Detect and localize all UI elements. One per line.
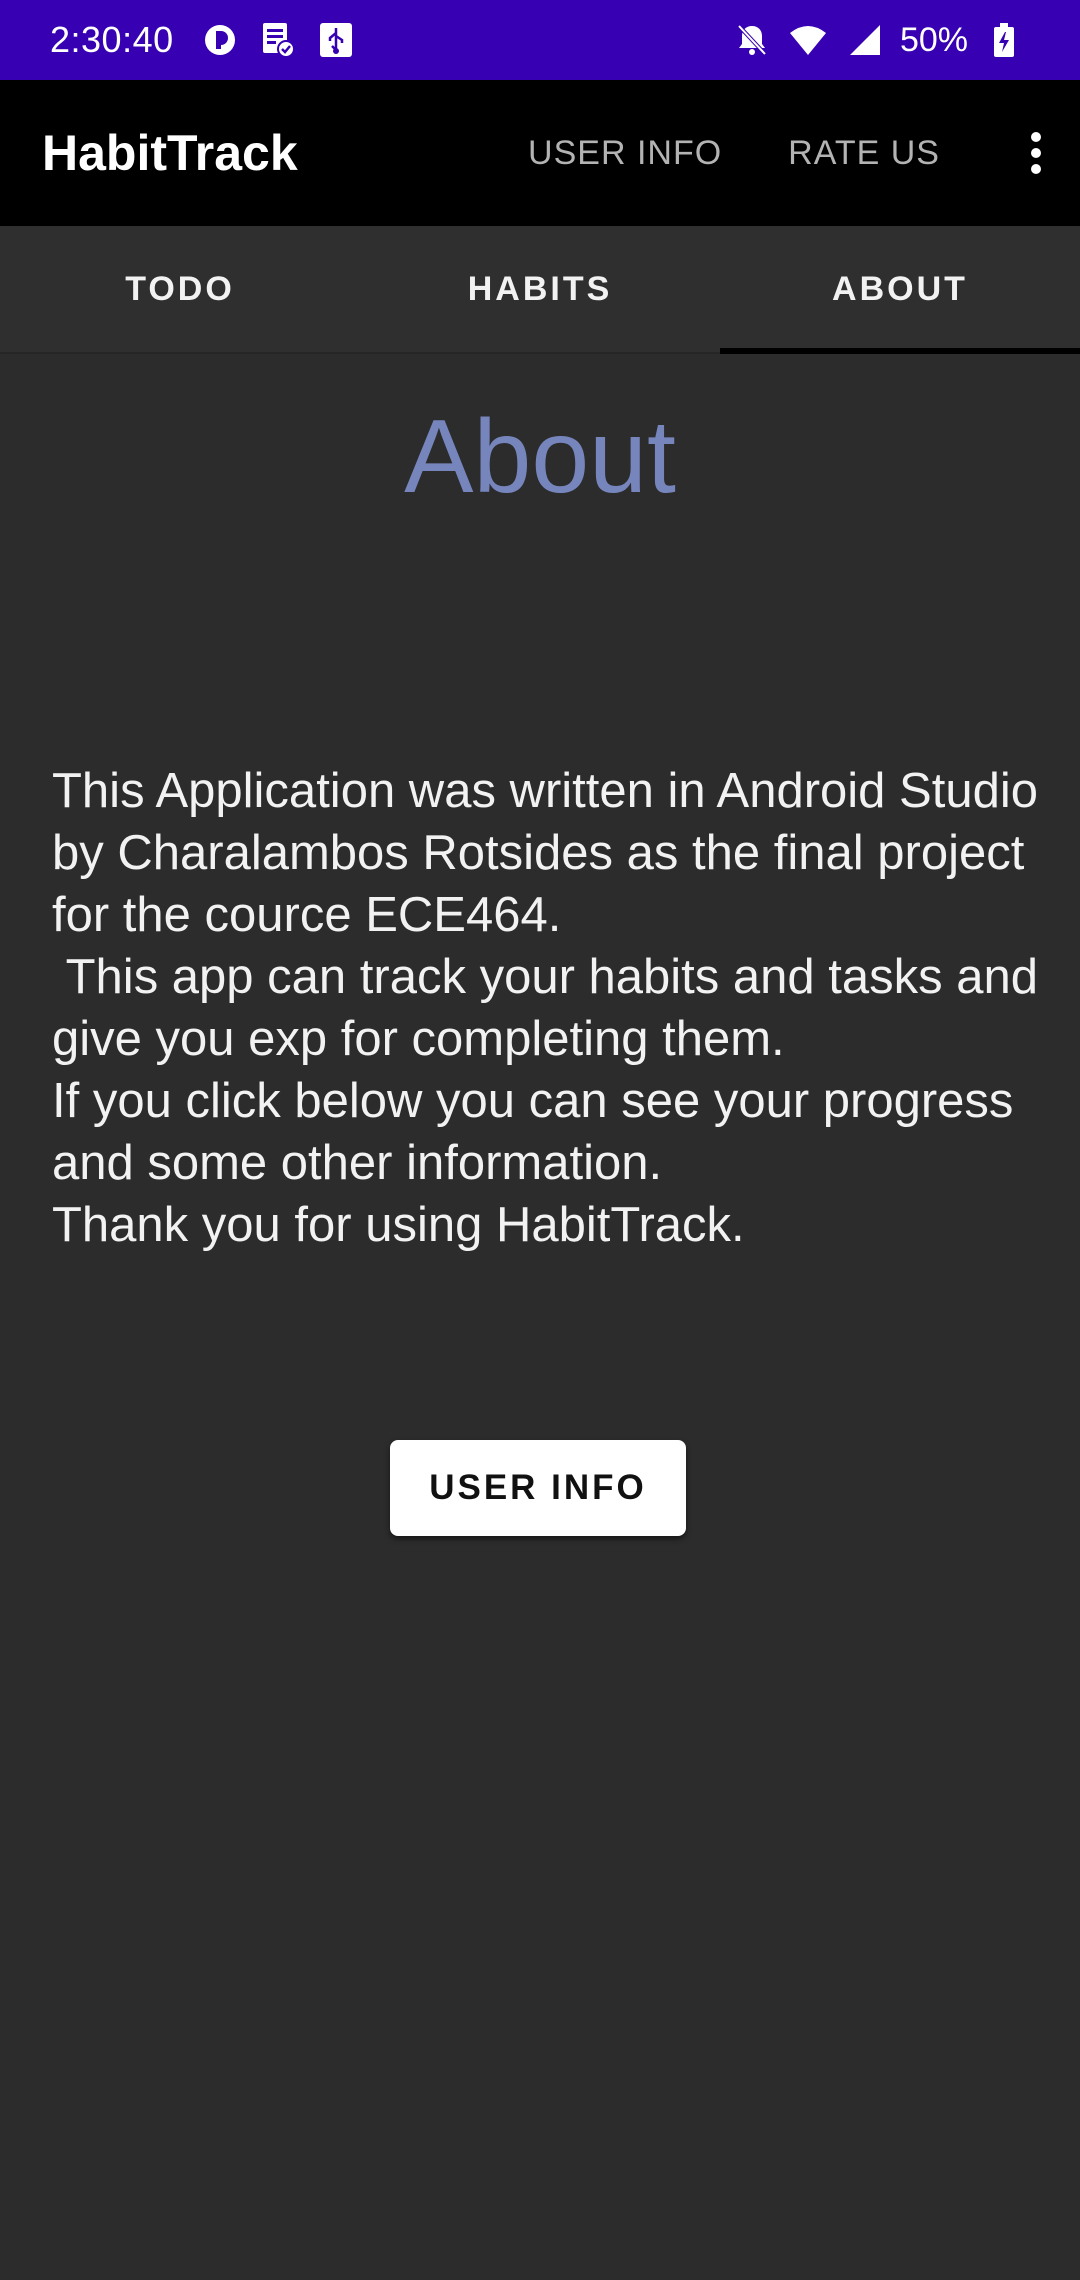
usb-icon	[316, 20, 356, 60]
tab-bar: TODO HABITS ABOUT	[0, 226, 1080, 354]
wifi-icon	[788, 20, 828, 60]
cell-signal-icon	[844, 20, 884, 60]
app-bar: HabitTrack USER INFO RATE US	[0, 80, 1080, 226]
status-bar: 2:30:40 50%	[0, 0, 1080, 80]
user-info-action[interactable]: USER INFO	[528, 134, 722, 173]
status-left-icons	[200, 20, 356, 60]
rate-us-action[interactable]: RATE US	[788, 134, 940, 173]
circle-app-icon	[200, 20, 240, 60]
user-info-button[interactable]: USER INFO	[390, 1440, 686, 1536]
app-title: HabitTrack	[42, 125, 298, 181]
task-check-icon	[258, 20, 298, 60]
battery-percent: 50%	[899, 20, 968, 59]
page-title: About	[404, 399, 676, 515]
tab-habits[interactable]: HABITS	[360, 226, 720, 352]
bell-off-icon	[732, 20, 772, 60]
status-time: 2:30:40	[50, 19, 174, 60]
tab-about[interactable]: ABOUT	[720, 226, 1080, 354]
more-vert-icon[interactable]	[1006, 113, 1066, 193]
status-right: 50%	[732, 0, 1024, 80]
app-actions: USER INFO RATE US	[528, 80, 1080, 226]
about-description: This Application was written in Android …	[52, 764, 1038, 1252]
tab-todo[interactable]: TODO	[0, 226, 360, 352]
battery-charging-icon	[984, 20, 1024, 60]
